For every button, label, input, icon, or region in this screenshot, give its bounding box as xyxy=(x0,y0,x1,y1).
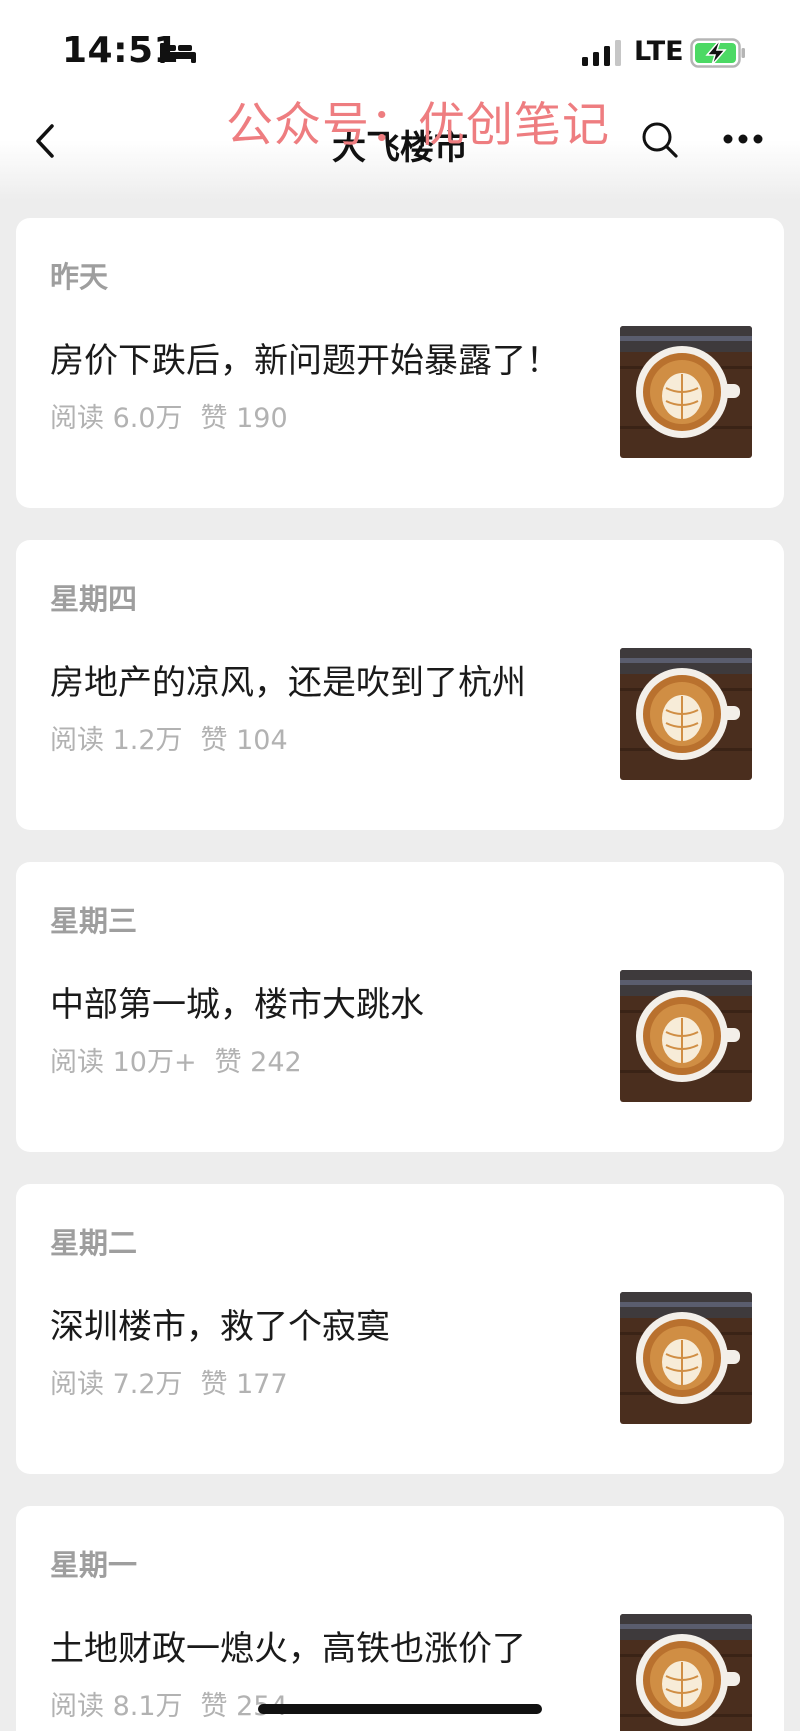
like-count: 赞 104 xyxy=(200,725,288,756)
article-title[interactable]: 中部第一城，楼市大跳水 xyxy=(50,977,590,1026)
article-thumbnail[interactable] xyxy=(620,326,752,458)
article-thumbnail[interactable] xyxy=(620,1614,752,1731)
article-date: 星期一 xyxy=(50,1548,138,1582)
read-count: 阅读 8.1万 xyxy=(50,1691,183,1722)
read-count: 阅读 6.0万 xyxy=(50,403,183,434)
article-card[interactable]: 星期四 房地产的凉风，还是吹到了杭州 阅读 1.2万赞 104 xyxy=(16,540,784,830)
latte-art-icon xyxy=(620,970,752,1102)
read-count: 阅读 10万+ xyxy=(50,1047,197,1078)
latte-art-icon xyxy=(620,1292,752,1424)
article-card[interactable]: 昨天 房价下跌后，新问题开始暴露了！ 阅读 6.0万赞 190 xyxy=(16,218,784,508)
article-title[interactable]: 房地产的凉风，还是吹到了杭州 xyxy=(50,655,590,704)
article-thumbnail[interactable] xyxy=(620,1292,752,1424)
article-date: 昨天 xyxy=(50,260,109,294)
like-count: 赞 177 xyxy=(200,1369,288,1400)
latte-art-icon xyxy=(620,326,752,458)
article-date: 星期四 xyxy=(50,582,138,616)
bed-icon xyxy=(160,43,196,63)
network-type: LTE xyxy=(634,36,684,67)
article-thumbnail[interactable] xyxy=(620,970,752,1102)
article-title[interactable]: 房价下跌后，新问题开始暴露了！ xyxy=(50,333,590,382)
latte-art-icon xyxy=(620,1614,752,1731)
like-count: 赞 190 xyxy=(200,403,288,434)
article-card[interactable]: 星期三 中部第一城，楼市大跳水 阅读 10万+ 赞 242 xyxy=(16,862,784,1152)
article-card[interactable]: 星期二 深圳楼市，救了个寂寞 阅读 7.2万赞 177 xyxy=(16,1184,784,1474)
like-count: 赞 242 xyxy=(214,1047,302,1078)
article-stats: 阅读 6.0万赞 190 xyxy=(50,396,306,435)
article-card[interactable]: 星期一 土地财政一熄火，高铁也涨价了 阅读 8.1万赞 254 xyxy=(16,1506,784,1731)
article-date: 星期三 xyxy=(50,904,138,938)
read-count: 阅读 7.2万 xyxy=(50,1369,183,1400)
article-thumbnail[interactable] xyxy=(620,648,752,780)
read-count: 阅读 1.2万 xyxy=(50,725,183,756)
article-stats: 阅读 10万+ 赞 242 xyxy=(50,1040,320,1079)
battery-charging-icon xyxy=(690,38,745,68)
signal-icon xyxy=(582,40,621,66)
article-title[interactable]: 土地财政一熄火，高铁也涨价了 xyxy=(50,1621,590,1670)
home-indicator[interactable] xyxy=(258,1704,542,1714)
search-icon[interactable] xyxy=(640,120,680,160)
watermark-text: 公众号：优创笔记 xyxy=(226,98,610,153)
latte-art-icon xyxy=(620,648,752,780)
article-date: 星期二 xyxy=(50,1226,138,1260)
status-bar: 14:51 LTE xyxy=(0,0,800,100)
article-title[interactable]: 深圳楼市，救了个寂寞 xyxy=(50,1299,590,1348)
article-stats: 阅读 1.2万赞 104 xyxy=(50,718,306,757)
article-stats: 阅读 7.2万赞 177 xyxy=(50,1362,306,1401)
more-icon[interactable] xyxy=(722,132,764,146)
